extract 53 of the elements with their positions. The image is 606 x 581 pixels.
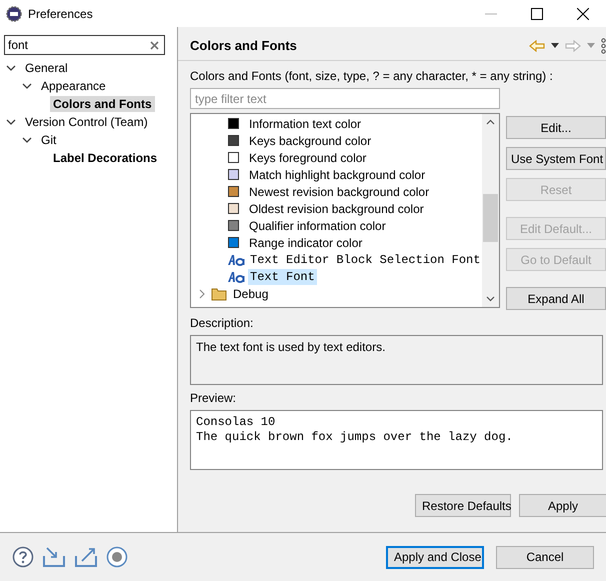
side-button[interactable]: Edit...	[506, 116, 606, 139]
side-button[interactable]: Expand All	[506, 287, 606, 310]
clear-icon[interactable]	[150, 41, 159, 50]
search-field[interactable]: font	[4, 35, 165, 55]
window-title: Preferences	[28, 6, 93, 20]
filter-field[interactable]: type filter text	[190, 88, 500, 109]
list-item[interactable]: Debug	[231, 286, 270, 302]
page-button[interactable]: Apply	[519, 494, 606, 517]
preview-text: The quick brown fox jumps over the lazy dog.	[196, 430, 514, 445]
description-text: The text font is used by text editors.	[190, 335, 603, 385]
description-label: Description:	[190, 316, 254, 331]
list-item[interactable]: Text Editor Block Selection Font	[248, 252, 482, 268]
import-icon[interactable]	[42, 546, 66, 568]
dialog-button[interactable]: Apply and Close	[386, 546, 484, 568]
filter-label: Colors and Fonts (font, size, type, ? = any character, * = any string) :	[190, 69, 554, 84]
maximize-icon[interactable]	[531, 8, 543, 20]
tree-item[interactable]: Appearance	[38, 78, 109, 94]
font-icon	[228, 254, 246, 266]
export-icon[interactable]	[74, 546, 98, 568]
dropdown-caret-icon[interactable]	[551, 43, 559, 48]
tree-item[interactable]: Git	[38, 132, 60, 148]
preview-text: Consolas 10	[196, 415, 276, 430]
chevron-icon[interactable]	[6, 63, 16, 73]
tree-item[interactable]: Label Decorations	[50, 150, 160, 166]
list-item[interactable]: Keys foreground color	[247, 150, 368, 166]
side-button[interactable]: Use System Font	[506, 147, 606, 170]
list-item[interactable]: Qualifier information color	[247, 218, 388, 234]
preview-label: Preview:	[190, 391, 238, 406]
font-icon	[228, 270, 246, 282]
scroll-thumb[interactable]	[483, 194, 498, 242]
tree-item[interactable]: Version Control (Team)	[22, 114, 151, 130]
chevron-icon[interactable]	[22, 81, 32, 91]
close-icon[interactable]	[577, 8, 589, 20]
list-item[interactable]: Text Font	[248, 268, 317, 284]
list-item[interactable]: Newest revision background color	[247, 184, 432, 200]
page-button[interactable]: Restore Defaults	[415, 494, 511, 517]
folder-icon	[211, 286, 227, 300]
page-title: Colors and Fonts	[190, 38, 297, 53]
chevron-icon[interactable]	[6, 117, 16, 127]
record-icon[interactable]	[106, 546, 128, 568]
more-icon[interactable]	[601, 38, 606, 54]
tree-item[interactable]: General	[22, 60, 71, 76]
scrollbar[interactable]	[482, 114, 499, 307]
app-icon	[6, 6, 22, 22]
help-icon[interactable]	[12, 546, 34, 568]
list-item[interactable]: Keys background color	[247, 132, 374, 148]
dialog-button[interactable]: Cancel	[496, 546, 594, 568]
list-item[interactable]: Oldest revision background color	[247, 200, 426, 216]
tree-item[interactable]: Colors and Fonts	[50, 96, 155, 112]
list-item[interactable]: Range indicator color	[247, 234, 364, 250]
list-item[interactable]: Information text color	[247, 116, 364, 132]
chevron-icon[interactable]	[22, 135, 32, 145]
list-item[interactable]: Match highlight background color	[247, 166, 428, 182]
